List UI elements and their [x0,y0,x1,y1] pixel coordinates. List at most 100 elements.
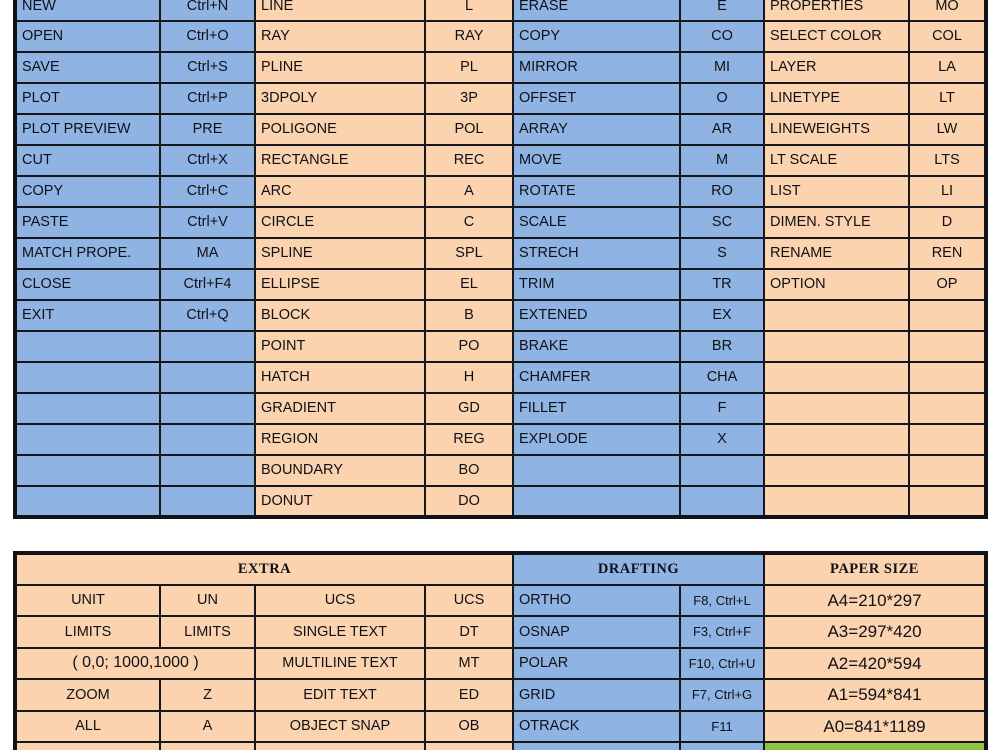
drafting-name-cell: ORTHO [512,583,682,617]
command-name-cell: REGION [254,423,426,456]
command-name-cell: LINEWEIGHTS [763,113,910,146]
paper-size-cell: A3=297*420 [763,615,988,649]
command-shortcut-cell [908,361,987,394]
table-row: HATCH H CHAMFER CHA [14,361,987,394]
drafting-name-cell: SNAP [512,741,682,750]
command-shortcut-cell: O [679,82,765,115]
extra-name-cell: ZOOM [14,678,161,712]
command-name-cell: DIMEN. STYLE [763,206,910,239]
extra-shortcut-cell: OB [423,709,515,743]
command-name-cell: EXIT [14,299,161,332]
contacts-cell: CONTACTS [763,741,988,750]
drafting-shortcut-cell: F10, Ctrl+U [679,646,766,680]
command-name-cell: OPTION [763,268,910,301]
command-shortcut-cell: TR [679,268,765,301]
command-shortcut-cell: H [424,361,514,394]
command-name-cell: EXTENED [512,299,681,332]
command-name-cell: RENAME [763,237,910,270]
command-name-cell: POLIGONE [254,113,426,146]
drafting-name-cell: POLAR [512,646,682,680]
command-name-cell: BOUNDARY [254,454,426,487]
command-shortcut-cell: Ctrl+Q [159,299,256,332]
command-name-cell [512,485,681,518]
command-name-cell: SAVE [14,51,161,84]
command-name-cell [763,299,910,332]
command-shortcut-cell: Ctrl+F4 [159,268,256,301]
command-name-cell [763,423,910,456]
table-row: REGION REG EXPLODE X [14,423,987,456]
command-name-cell: SELECT COLOR [763,20,910,53]
extra-shortcut-cell: ED [423,678,515,712]
header-extra: EXTRA [13,552,515,586]
header-paper-size: PAPER SIZE [763,552,988,586]
command-name-cell: OFFSET [512,82,681,115]
command-shortcut-cell [159,454,256,487]
command-shortcut-cell: 3P [424,82,514,115]
command-shortcut-cell: C [424,206,514,239]
header-drafting: DRAFTING [512,552,766,586]
command-shortcut-cell: E [679,0,765,22]
command-shortcut-cell: LI [908,175,987,208]
command-name-cell: RECTANGLE [254,144,426,177]
command-shortcut-cell: RO [679,175,765,208]
command-shortcut-cell: REN [908,237,987,270]
command-name-cell: LAYER [763,51,910,84]
command-name-cell: GRADIENT [254,392,426,425]
table-row: ZOOM Z EDIT TEXT ED GRID F7, Ctrl+G A1=594*841 [14,678,988,712]
command-shortcut-cell: REC [424,144,514,177]
table-row: PLOT PREVIEW PRE POLIGONE POL ARRAY AR LINEWEI… [14,113,987,146]
command-shortcut-cell: LT [908,82,987,115]
command-shortcut-cell: PL [424,51,514,84]
command-shortcut-cell: S [679,237,765,270]
command-name-cell: LT SCALE [763,144,910,177]
command-name-cell: PLOT PREVIEW [14,113,161,146]
command-shortcut-cell: M [679,144,765,177]
table-row: SAVE Ctrl+S PLINE PL MIRROR MI LAYER LA [14,51,987,84]
table-row: POINT PO BRAKE BR [14,330,987,363]
command-shortcut-cell: X [679,423,765,456]
command-shortcut-cell [908,299,987,332]
command-shortcut-cell: PO [424,330,514,363]
drafting-shortcut-cell: F3, Ctrl+F [679,615,766,649]
command-name-cell: TRIM [512,268,681,301]
paper-size-cell: A0=841*1189 [763,709,988,743]
command-name-cell: PLINE [254,51,426,84]
command-name-cell [14,423,161,456]
command-name-cell: STRECH [512,237,681,270]
command-name-cell: DONUT [254,485,426,518]
extra-name-cell: EDIT TEXT [254,678,426,712]
command-name-cell: SPLINE [254,237,426,270]
extra-name-cell: DIMENTION [254,741,426,750]
command-name-cell [14,330,161,363]
command-name-cell: COPY [512,20,681,53]
extra-name-cell: MULTILINE TEXT [254,646,426,680]
extra-shortcut-cell: UN [159,583,256,617]
section-header-row: EXTRA DRAFTING PAPER SIZE [13,552,988,586]
command-name-cell [14,485,161,518]
command-name-cell: PASTE [14,206,161,239]
command-shortcut-cell [159,392,256,425]
command-name-cell: CHAMFER [512,361,681,394]
command-shortcut-cell: PRE [159,113,256,146]
drafting-name-cell: GRID [512,678,682,712]
command-name-cell: SCALE [512,206,681,239]
command-shortcut-cell: AR [679,113,765,146]
paper-size-cell: A4=210*297 [763,583,988,617]
extra-shortcut-cell: Z [159,678,256,712]
paper-size-cell: A2=420*594 [763,646,988,680]
command-name-cell: ERASE [512,0,681,22]
drafting-shortcut-cell: F7, Ctrl+G [679,678,766,712]
command-name-cell: CLOSE [14,268,161,301]
command-shortcut-cell: COL [908,20,987,53]
extra-name-cell: SINGLE TEXT [254,615,426,649]
command-shortcut-cell: LA [908,51,987,84]
table-row: CLOSE Ctrl+F4 ELLIPSE EL TRIM TR OPTION OP [14,268,987,301]
command-shortcut-cell [908,423,987,456]
command-shortcut-cell [908,454,987,487]
command-name-cell [763,392,910,425]
command-name-cell: MIRROR [512,51,681,84]
table-row: DONUT DO [14,485,987,518]
command-shortcut-cell: CHA [679,361,765,394]
command-shortcut-cell [908,392,987,425]
command-name-cell: LINE [254,0,426,22]
